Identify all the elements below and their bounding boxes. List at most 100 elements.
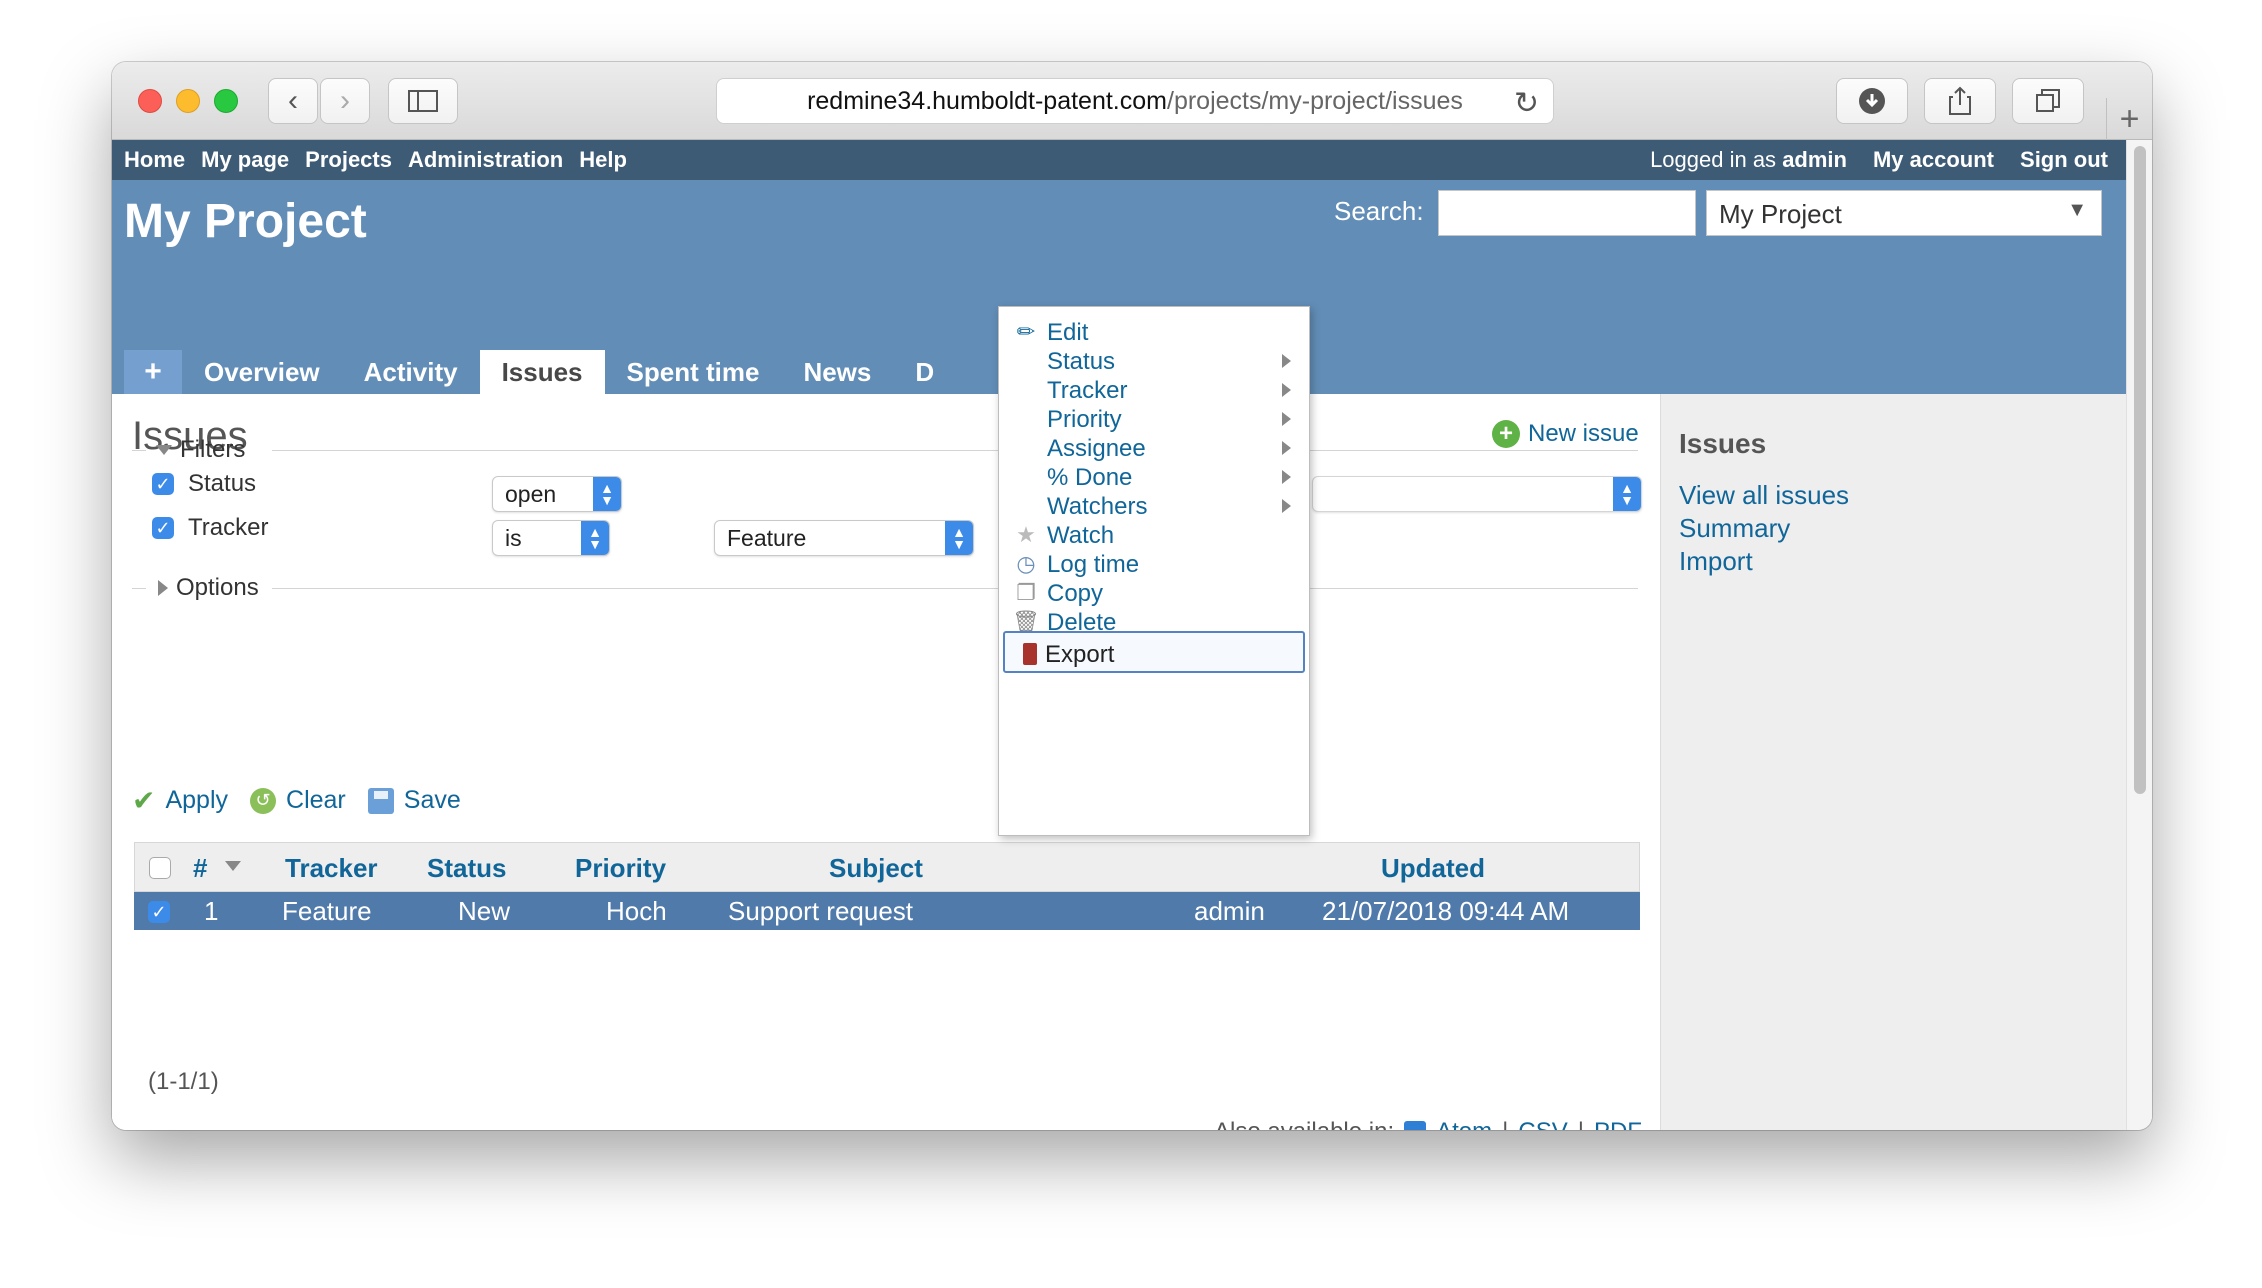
new-tab-button[interactable]: + [2106,98,2152,140]
fieldset-border [132,450,146,451]
tab-new-object[interactable]: + [124,350,182,394]
issues-table: # Tracker Status Priority Subject Update… [134,842,1640,930]
context-menu-export[interactable]: Export [1003,631,1305,673]
scrollbar-thumb[interactable] [2134,146,2146,794]
my-account-link[interactable]: My account [1873,147,1994,173]
back-button[interactable]: ‹ [268,78,318,124]
downloads-button[interactable] [1836,78,1908,124]
tab-documents[interactable]: Do [893,350,935,394]
address-bar[interactable]: redmine34.humboldt-patent.com/projects/m… [716,78,1554,124]
column-id[interactable]: # [193,853,207,884]
sidebar-import[interactable]: Import [1679,546,1849,577]
tab-issues[interactable]: Issues [479,350,605,394]
export-icon [1017,641,1043,667]
project-jump-select[interactable]: My Project ▼ [1706,190,2102,236]
filter-tracker-operator[interactable]: is ▲ ▼ [492,520,610,556]
browser-titlebar: ‹ › redmine34.humboldt-patent.com/projec… [112,62,2152,140]
share-button[interactable] [1924,78,1996,124]
table-header: # Tracker Status Priority Subject Update… [134,842,1640,892]
url-host: redmine34.humboldt-patent.com [807,86,1167,115]
chevron-right-icon: › [340,84,350,117]
sidebar-toggle-button[interactable] [388,78,458,124]
checkmark-icon: ✔ [132,785,156,816]
feed-icon [1404,1121,1427,1130]
top-menu-help[interactable]: Help [579,147,627,173]
logged-in-status: Logged in as admin [1650,147,1847,173]
column-status[interactable]: Status [427,853,506,884]
column-subject[interactable]: Subject [829,853,923,884]
url-path: /projects/my-project/issues [1167,86,1463,115]
add-icon: + [1492,420,1520,448]
clear-label: Clear [286,786,346,814]
format-pdf-link[interactable]: PDF [1594,1118,1642,1130]
zoom-window-button[interactable] [214,89,238,113]
download-icon [1859,88,1885,114]
expand-triangle-icon [158,580,168,596]
apply-label: Apply [165,786,229,814]
save-label: Save [403,786,461,814]
top-menu: Home My page Projects Administration Hel… [112,140,2126,180]
format-csv-link[interactable]: CSV [1518,1118,1567,1130]
sidebar: Issues View all issues Summary Import [1660,394,2126,1130]
sort-desc-icon [225,861,241,871]
cell-updated: 21/07/2018 09:44 AM [1322,896,1570,926]
options-legend[interactable]: Options [158,574,259,602]
save-button[interactable]: Save [367,784,461,817]
query-actions: ✔ Apply ↺ Clear Save [132,784,461,817]
top-menu-projects[interactable]: Projects [305,147,392,173]
search-input[interactable] [1438,190,1696,236]
new-issue-link[interactable]: + New issue [1492,420,1639,448]
filter-tracker-operator-value: is [505,525,522,551]
top-menu-administration[interactable]: Administration [408,147,563,173]
row-checkbox[interactable]: ✓ [148,901,170,923]
tab-activity[interactable]: Activity [342,350,480,394]
tab-overview[interactable]: Overview [182,350,342,394]
sidebar-icon [408,90,438,112]
cell-author[interactable]: admin [1194,896,1265,927]
reload-icon[interactable]: ↻ [1514,86,1539,121]
tab-news[interactable]: News [781,350,893,394]
filter-tracker-value-text: Feature [727,525,807,551]
table-row[interactable]: ✓ 1 Feature New Hoch Support request adm… [134,892,1640,930]
top-menu-home[interactable]: Home [124,147,185,173]
cell-tracker: Feature [282,896,372,926]
tabs-overview-button[interactable] [2012,78,2084,124]
column-tracker[interactable]: Tracker [285,853,378,884]
apply-button[interactable]: ✔ Apply [132,784,228,817]
share-icon [1949,86,1971,115]
format-separator: | [1502,1118,1508,1130]
close-window-button[interactable] [138,89,162,113]
filter-status-checkbox[interactable]: ✓ [152,473,174,495]
logged-in-user-link[interactable]: admin [1782,147,1847,172]
minimize-window-button[interactable] [176,89,200,113]
cell-id[interactable]: 1 [204,896,218,927]
select-all-checkbox[interactable] [149,857,171,879]
filter-status-operator[interactable]: open ▲ ▼ [492,476,622,512]
sign-out-link[interactable]: Sign out [2020,147,2108,173]
new-issue-label: New issue [1528,420,1639,447]
filter-tracker-checkbox[interactable]: ✓ [152,517,174,539]
forward-button[interactable]: › [320,78,370,124]
format-atom-link[interactable]: Atom [1436,1118,1492,1130]
cell-subject[interactable]: Support request [728,896,913,927]
column-updated[interactable]: Updated [1381,853,1485,884]
top-menu-my-page[interactable]: My page [201,147,289,173]
sidebar-view-all-issues[interactable]: View all issues [1679,480,1849,511]
filter-tracker-value[interactable]: Feature ▲ ▼ [714,520,974,556]
submenu-arrow-icon [1282,499,1291,513]
tab-spent-time[interactable]: Spent time [605,350,782,394]
submenu-arrow-icon [1282,383,1291,397]
add-filter-select[interactable]: ▲ ▼ [1312,476,1642,512]
filter-tracker-row: ✓ Tracker [152,514,268,542]
pagination-count: (1-1/1) [148,1068,219,1095]
column-priority[interactable]: Priority [575,853,666,884]
fieldset-border [272,588,1638,589]
filters-legend-label: Filters [180,436,246,463]
page-scrollbar[interactable] [2126,140,2152,1130]
filters-legend[interactable]: Filters [156,436,245,464]
clear-button[interactable]: ↺ Clear [250,784,346,817]
project-jump-value: My Project [1719,199,1842,229]
filter-status-label: Status [188,470,257,497]
collapse-triangle-icon [156,445,172,455]
sidebar-summary[interactable]: Summary [1679,513,1849,544]
